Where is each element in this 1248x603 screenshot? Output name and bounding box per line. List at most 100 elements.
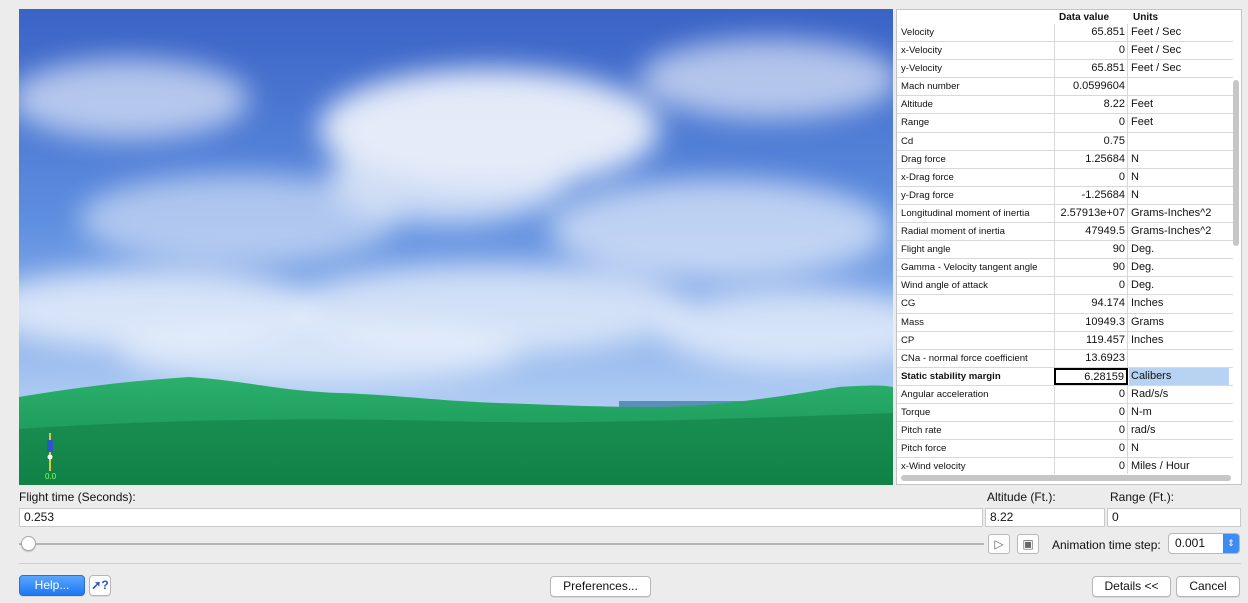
row-value[interactable]: 0 (1054, 440, 1128, 458)
details-button[interactable]: Details << (1092, 576, 1171, 597)
vertical-scrollbar[interactable] (1233, 80, 1239, 246)
row-units[interactable]: Grams-Inches^2 (1129, 205, 1229, 222)
row-name: x-Wind velocity (901, 461, 966, 473)
row-units[interactable]: N-m (1129, 404, 1229, 421)
row-units[interactable]: Miles / Hour (1129, 458, 1229, 474)
table-row[interactable]: x-Velocity 0 Feet / Sec (897, 42, 1233, 61)
flight-data-table[interactable]: Data value Units Velocity 65.851 Feet / Se… (896, 9, 1242, 485)
row-value[interactable]: 10949.3 (1054, 313, 1128, 331)
row-value[interactable]: 65.851 (1054, 60, 1128, 78)
row-units[interactable]: Deg. (1129, 241, 1229, 258)
table-row[interactable]: Drag force 1.25684 N (897, 150, 1233, 169)
row-units[interactable]: Inches (1129, 332, 1229, 349)
row-units[interactable]: N (1129, 440, 1229, 457)
table-row[interactable]: Angular acceleration 0 Rad/s/s (897, 385, 1233, 404)
time-slider-knob[interactable] (21, 536, 36, 551)
row-units[interactable]: N (1129, 169, 1229, 186)
row-name: Wind angle of attack (901, 280, 988, 292)
row-name: CP (901, 334, 915, 346)
row-value[interactable]: 94.174 (1054, 295, 1128, 313)
row-units[interactable] (1129, 350, 1229, 367)
row-value[interactable]: 1.25684 (1054, 150, 1128, 168)
table-row[interactable]: Mass 10949.3 Grams (897, 313, 1233, 332)
row-units[interactable]: N (1129, 151, 1229, 168)
table-row[interactable]: CP 119.457 Inches (897, 331, 1233, 350)
table-row[interactable]: Wind angle of attack 0 Deg. (897, 277, 1233, 296)
stop-button[interactable]: ▣ (1017, 534, 1039, 554)
table-row[interactable]: Longitudinal moment of inertia 2.57913e+0… (897, 204, 1233, 224)
altitude-label: Altitude (Ft.): (987, 490, 1056, 504)
row-value[interactable]: 0.75 (1054, 132, 1128, 150)
table-row[interactable]: x-Wind velocity 0 Miles / Hour (897, 458, 1233, 474)
table-row[interactable]: x-Drag force 0 N (897, 168, 1233, 187)
row-value[interactable]: 0 (1054, 42, 1128, 60)
play-button[interactable]: ▷ (988, 534, 1010, 554)
row-units[interactable]: Deg. (1129, 259, 1229, 276)
cancel-button[interactable]: Cancel (1176, 576, 1240, 597)
row-value[interactable]: 0 (1054, 458, 1128, 474)
table-row[interactable]: Gamma - Velocity tangent angle 90 Deg. (897, 259, 1233, 278)
table-row[interactable]: y-Drag force -1.25684 N (897, 186, 1233, 205)
row-units[interactable]: Grams-Inches^2 (1129, 223, 1229, 240)
table-row[interactable]: CNa - normal force coefficient 13.6923 (897, 349, 1233, 368)
preferences-button[interactable]: Preferences... (550, 576, 651, 597)
row-name: Gamma - Velocity tangent angle (901, 262, 1038, 274)
row-units[interactable]: Feet / Sec (1129, 24, 1229, 41)
help-button[interactable]: Help... (19, 575, 85, 596)
row-units[interactable] (1129, 78, 1229, 95)
animation-step-select[interactable]: 0.001 ⇕ (1168, 533, 1240, 554)
row-value[interactable]: 0 (1054, 277, 1128, 295)
row-value[interactable]: 0 (1054, 114, 1128, 132)
row-value[interactable]: 0 (1054, 168, 1128, 186)
row-value[interactable]: 0 (1054, 422, 1128, 440)
row-value[interactable]: 6.28159 (1054, 367, 1128, 385)
row-units[interactable]: N (1129, 187, 1229, 204)
row-value[interactable]: 8.22 (1054, 96, 1128, 114)
row-units[interactable]: Feet (1129, 96, 1229, 113)
row-units[interactable]: Feet / Sec (1129, 60, 1229, 77)
table-row[interactable]: CG 94.174 Inches (897, 295, 1233, 314)
table-row[interactable]: Cd 0.75 (897, 132, 1233, 151)
row-value[interactable]: 65.851 (1054, 24, 1128, 42)
table-row[interactable]: y-Velocity 65.851 Feet / Sec (897, 60, 1233, 79)
time-slider-track[interactable] (19, 543, 984, 545)
row-value[interactable]: 2.57913e+07 (1054, 204, 1128, 223)
flight-3d-view[interactable]: 0.0 (19, 9, 893, 485)
row-units[interactable]: Deg. (1129, 277, 1229, 294)
row-name: Angular acceleration (901, 388, 989, 400)
row-value[interactable]: 90 (1054, 259, 1128, 277)
row-value[interactable]: -1.25684 (1054, 186, 1128, 204)
row-value[interactable]: 119.457 (1054, 331, 1128, 349)
row-units[interactable]: Inches (1129, 295, 1229, 312)
row-value[interactable]: 47949.5 (1054, 223, 1128, 241)
flight-time-field[interactable]: 0.253 (19, 508, 983, 527)
table-row[interactable]: Mach number 0.0599604 (897, 78, 1233, 97)
row-value[interactable]: 13.6923 (1054, 349, 1128, 367)
table-row[interactable]: Flight angle 90 Deg. (897, 241, 1233, 260)
row-value[interactable]: 0 (1054, 385, 1128, 403)
row-name: CNa - normal force coefficient (901, 352, 1028, 364)
range-field[interactable]: 0 (1107, 508, 1241, 527)
table-row[interactable]: Radial moment of inertia 47949.5 Grams-Inc… (897, 223, 1233, 242)
table-row[interactable]: Torque 0 N-m (897, 403, 1233, 423)
row-units[interactable]: Feet / Sec (1129, 42, 1229, 59)
row-units[interactable]: Rad/s/s (1129, 386, 1229, 403)
table-row[interactable]: Pitch force 0 N (897, 440, 1233, 459)
row-value[interactable]: 90 (1054, 241, 1128, 259)
row-units[interactable]: rad/s (1129, 422, 1229, 439)
table-row[interactable]: Static stability margin 6.28159 Calibers (897, 367, 1233, 386)
table-row[interactable]: Altitude 8.22 Feet (897, 96, 1233, 115)
table-row[interactable]: Range 0 Feet (897, 114, 1233, 133)
table-row[interactable]: Pitch rate 0 rad/s (897, 422, 1233, 441)
horizontal-scrollbar[interactable] (901, 475, 1231, 481)
row-units[interactable]: Grams (1129, 314, 1229, 331)
row-value[interactable]: 0.0599604 (1054, 78, 1128, 96)
row-units[interactable]: Feet (1129, 114, 1229, 131)
altitude-field[interactable]: 8.22 (985, 508, 1105, 527)
whats-this-button[interactable]: ➚? (89, 575, 111, 596)
row-value[interactable]: 0 (1054, 403, 1128, 422)
row-units[interactable]: Calibers (1129, 367, 1229, 385)
row-units[interactable] (1129, 133, 1229, 150)
divider (19, 563, 1241, 564)
table-row[interactable]: Velocity 65.851 Feet / Sec (897, 24, 1233, 43)
